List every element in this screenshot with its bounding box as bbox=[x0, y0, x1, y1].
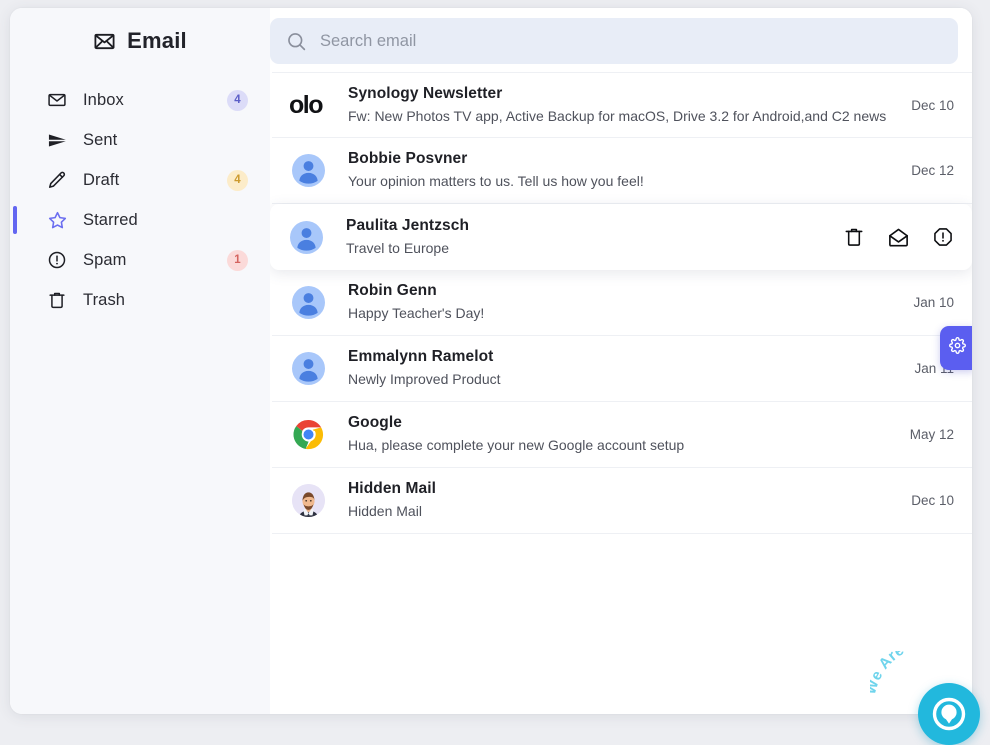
delete-action-icon[interactable] bbox=[843, 226, 865, 248]
search-bar-container bbox=[270, 8, 972, 72]
chrome-logo-icon bbox=[293, 419, 324, 450]
email-text: Synology Newsletter Fw: New Photos TV ap… bbox=[348, 84, 897, 126]
email-list-item-hovered[interactable]: Paulita Jentzsch Travel to Europe bbox=[270, 204, 972, 270]
sender-avatar bbox=[292, 352, 325, 385]
email-date: Jan 10 bbox=[913, 295, 954, 310]
person-icon bbox=[292, 286, 325, 319]
email-sender: Paulita Jentzsch bbox=[346, 216, 829, 237]
person-icon bbox=[292, 154, 325, 187]
email-text: Hidden Mail Hidden Mail bbox=[348, 479, 897, 521]
email-text: Emmalynn Ramelot Newly Improved Product bbox=[348, 347, 900, 389]
report-spam-action-icon[interactable] bbox=[932, 226, 954, 248]
sidebar-item-label: Sent bbox=[83, 131, 117, 150]
email-sender: Synology Newsletter bbox=[348, 84, 897, 105]
man-avatar-icon bbox=[292, 484, 325, 517]
sidebar-item-label: Starred bbox=[83, 211, 138, 230]
email-subject: Happy Teacher's Day! bbox=[348, 303, 899, 323]
email-sender: Bobbie Posvner bbox=[348, 149, 897, 170]
sender-avatar bbox=[292, 484, 325, 517]
email-sender: Robin Genn bbox=[348, 281, 899, 302]
email-list: olo Synology Newsletter Fw: New Photos T… bbox=[270, 72, 972, 714]
chat-bubble-icon bbox=[932, 697, 966, 731]
email-list-item[interactable]: Google Hua, please complete your new Goo… bbox=[272, 402, 972, 468]
email-date: Dec 12 bbox=[911, 163, 954, 178]
email-list-item[interactable]: Bobbie Posvner Your opinion matters to u… bbox=[272, 138, 972, 204]
person-icon bbox=[290, 221, 323, 254]
search-icon bbox=[286, 31, 307, 52]
email-sender: Google bbox=[348, 413, 896, 434]
gear-icon bbox=[949, 337, 966, 359]
sidebar-badge-draft: 4 bbox=[227, 170, 248, 191]
search-box[interactable] bbox=[270, 18, 958, 64]
sidebar-item-trash[interactable]: Trash bbox=[10, 280, 270, 320]
email-subject: Fw: New Photos TV app, Active Backup for… bbox=[348, 106, 897, 126]
sender-avatar bbox=[290, 221, 323, 254]
settings-tab-button[interactable] bbox=[940, 326, 972, 370]
sender-avatar: olo bbox=[292, 89, 325, 122]
envelope-icon bbox=[46, 90, 68, 110]
sidebar-item-label: Trash bbox=[83, 291, 125, 310]
sidebar-item-starred[interactable]: Starred bbox=[10, 200, 270, 240]
envelope-icon bbox=[93, 30, 116, 53]
email-text: Bobbie Posvner Your opinion matters to u… bbox=[348, 149, 897, 191]
sidebar-nav: Inbox 4 Sent D bbox=[10, 80, 270, 320]
email-subject: Hua, please complete your new Google acc… bbox=[348, 435, 896, 455]
email-text: Paulita Jentzsch Travel to Europe bbox=[346, 216, 829, 258]
sidebar-item-sent[interactable]: Sent bbox=[10, 120, 270, 160]
sidebar-item-label: Draft bbox=[83, 171, 119, 190]
email-text: Robin Genn Happy Teacher's Day! bbox=[348, 281, 899, 323]
email-row-actions bbox=[843, 226, 954, 249]
app-title: Email bbox=[127, 28, 187, 54]
sidebar-badge-inbox: 4 bbox=[227, 90, 248, 111]
search-input[interactable] bbox=[320, 32, 942, 51]
email-subject: Newly Improved Product bbox=[348, 369, 900, 389]
sidebar-item-label: Spam bbox=[83, 251, 127, 270]
sidebar-badge-spam: 1 bbox=[227, 250, 248, 271]
email-list-item[interactable]: Robin Genn Happy Teacher's Day! Jan 10 bbox=[272, 270, 972, 336]
sidebar-item-spam[interactable]: Spam 1 bbox=[10, 240, 270, 280]
sender-avatar bbox=[292, 154, 325, 187]
email-subject: Your opinion matters to us. Tell us how … bbox=[348, 171, 897, 191]
email-sender: Emmalynn Ramelot bbox=[348, 347, 900, 368]
email-date: May 12 bbox=[910, 427, 954, 442]
email-text: Google Hua, please complete your new Goo… bbox=[348, 413, 896, 455]
paper-plane-icon bbox=[46, 130, 68, 151]
sender-avatar bbox=[292, 286, 325, 319]
email-date: Dec 10 bbox=[911, 493, 954, 508]
star-icon bbox=[46, 210, 68, 231]
email-list-item[interactable]: olo Synology Newsletter Fw: New Photos T… bbox=[272, 72, 972, 138]
sidebar-item-draft[interactable]: Draft 4 bbox=[10, 160, 270, 200]
email-list-item[interactable]: Emmalynn Ramelot Newly Improved Product … bbox=[272, 336, 972, 402]
trash-icon bbox=[46, 290, 68, 310]
app-brand: Email bbox=[10, 18, 270, 64]
sender-avatar bbox=[292, 418, 325, 451]
email-list-item[interactable]: Hidden Mail Hidden Mail Dec 10 bbox=[272, 468, 972, 534]
alert-circle-icon bbox=[46, 250, 68, 270]
sidebar-item-label: Inbox bbox=[83, 91, 124, 110]
main-panel: olo Synology Newsletter Fw: New Photos T… bbox=[270, 8, 972, 714]
sidebar-item-inbox[interactable]: Inbox 4 bbox=[10, 80, 270, 120]
email-app-window: Email Inbox 4 bbox=[10, 8, 972, 714]
email-subject: Hidden Mail bbox=[348, 501, 897, 521]
pencil-icon bbox=[46, 170, 68, 190]
email-subject: Travel to Europe bbox=[346, 238, 829, 258]
sidebar: Email Inbox 4 bbox=[10, 8, 270, 714]
chat-bubble-button[interactable] bbox=[918, 683, 980, 745]
synology-logo: olo bbox=[289, 91, 322, 120]
email-date: Dec 10 bbox=[911, 98, 954, 113]
person-icon bbox=[292, 352, 325, 385]
email-sender: Hidden Mail bbox=[348, 479, 897, 500]
mark-read-action-icon[interactable] bbox=[887, 226, 910, 249]
